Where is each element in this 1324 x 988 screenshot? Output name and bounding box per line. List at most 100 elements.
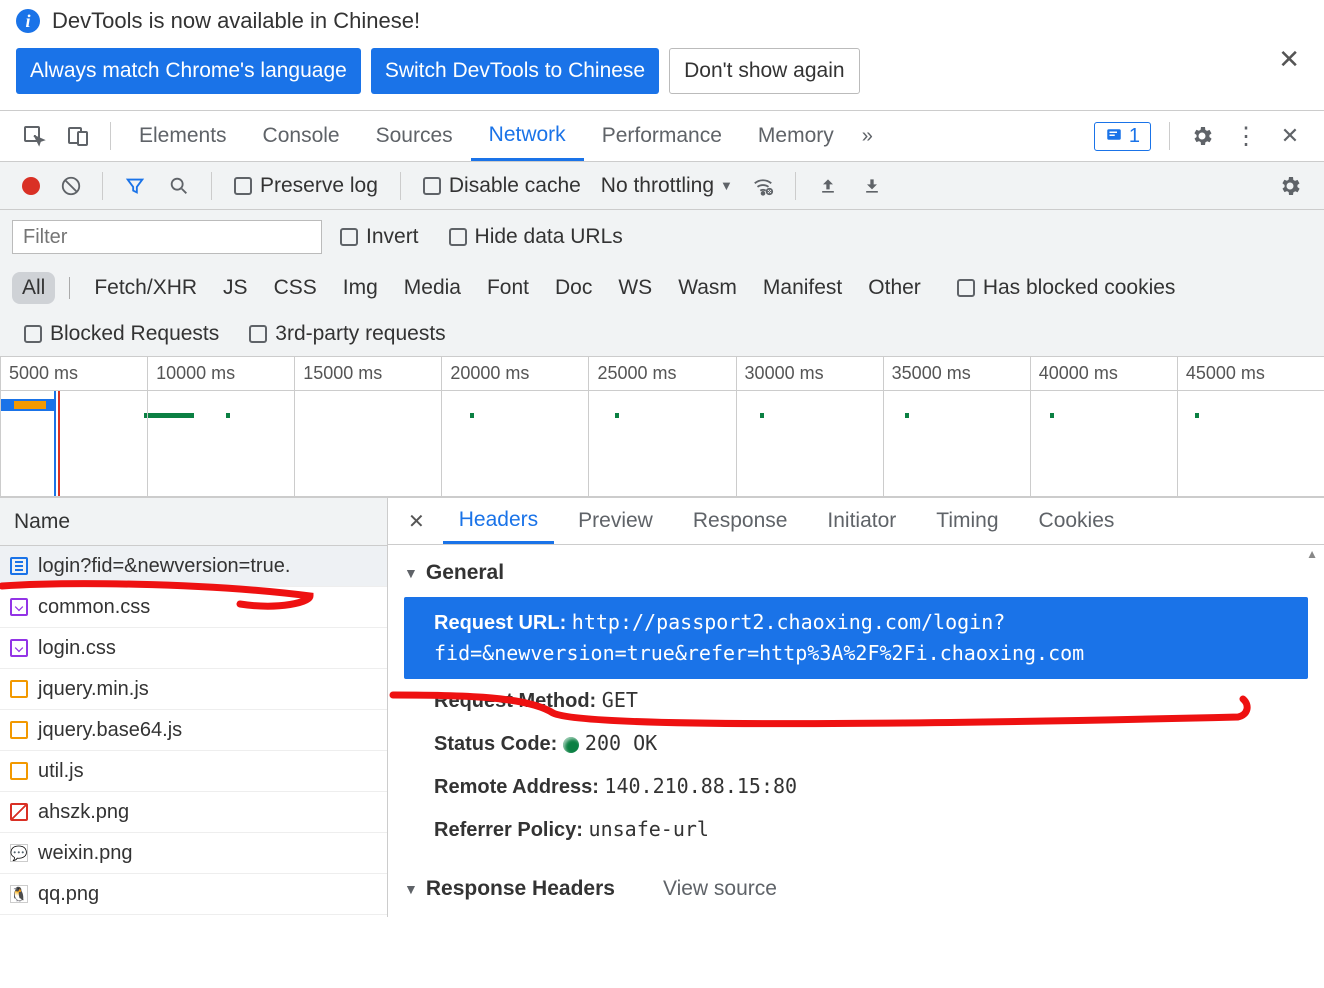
filter-doc[interactable]: Doc <box>545 272 602 304</box>
filter-manifest[interactable]: Manifest <box>753 272 852 304</box>
kebab-menu-icon[interactable]: ⋮ <box>1232 122 1260 150</box>
infobar-buttons: Always match Chrome's language Switch De… <box>0 38 1324 110</box>
file-type-icon <box>10 639 28 657</box>
invert-checkbox[interactable]: Invert <box>340 225 419 249</box>
network-settings-icon[interactable] <box>1276 172 1304 200</box>
network-conditions-icon[interactable] <box>749 172 777 200</box>
details-tab-initiator[interactable]: Initiator <box>811 498 912 544</box>
filter-wasm[interactable]: Wasm <box>668 272 747 304</box>
close-devtools-icon[interactable]: ✕ <box>1276 122 1304 150</box>
request-name: weixin.png <box>38 842 133 865</box>
infobar-text: DevTools is now available in Chinese! <box>52 8 420 34</box>
tab-memory[interactable]: Memory <box>740 111 852 161</box>
record-icon[interactable] <box>22 177 40 195</box>
disable-cache-checkbox[interactable]: Disable cache <box>423 174 581 198</box>
request-name: login.css <box>38 637 116 660</box>
match-language-button[interactable]: Always match Chrome's language <box>16 48 361 94</box>
filter-css[interactable]: CSS <box>264 272 327 304</box>
divider <box>102 172 103 200</box>
request-rows: ▲ login?fid=&newversion=true.common.cssl… <box>0 546 387 915</box>
throttling-select[interactable]: No throttling ▼ <box>601 174 733 198</box>
section-general[interactable]: ▼General <box>404 555 1308 597</box>
details-tab-preview[interactable]: Preview <box>562 498 669 544</box>
upload-icon[interactable] <box>814 172 842 200</box>
details-tab-headers[interactable]: Headers <box>443 498 554 544</box>
inspect-icon[interactable] <box>20 122 48 150</box>
devtools-toolbar: Elements Console Sources Network Perform… <box>0 110 1324 162</box>
details-tab-response[interactable]: Response <box>677 498 804 544</box>
file-type-icon: 💬 <box>10 844 28 862</box>
list-header-name[interactable]: Name <box>0 498 387 546</box>
request-name: common.css <box>38 596 150 619</box>
filter-all[interactable]: All <box>12 272 55 304</box>
section-response-headers[interactable]: ▼Response Headers View source <box>404 871 1308 913</box>
request-name: qq.png <box>38 883 99 906</box>
close-icon[interactable]: ✕ <box>1278 44 1300 75</box>
clear-icon[interactable] <box>60 175 82 197</box>
tab-console[interactable]: Console <box>245 111 358 161</box>
blocked-cookies-checkbox[interactable]: Has blocked cookies <box>957 276 1176 300</box>
preserve-log-checkbox[interactable]: Preserve log <box>234 174 378 198</box>
divider <box>211 172 212 200</box>
settings-icon[interactable] <box>1188 122 1216 150</box>
filter-icon[interactable] <box>121 172 149 200</box>
filter-js[interactable]: JS <box>213 272 258 304</box>
view-source-link[interactable]: View source <box>663 877 777 901</box>
issues-icon <box>1105 127 1123 145</box>
filter-other[interactable]: Other <box>858 272 931 304</box>
filter-media[interactable]: Media <box>394 272 471 304</box>
more-tabs-icon[interactable]: » <box>862 125 873 148</box>
blocked-requests-checkbox[interactable]: Blocked Requests <box>24 322 219 346</box>
request-url-row[interactable]: Request URL: http://passport2.chaoxing.c… <box>404 597 1308 679</box>
file-type-icon <box>10 721 28 739</box>
timeline-tick: 45000 ms <box>1177 357 1324 390</box>
details-body: ▲ ▼General Request URL: http://passport2… <box>388 545 1324 917</box>
tab-sources[interactable]: Sources <box>358 111 471 161</box>
close-details-icon[interactable]: ✕ <box>398 503 435 540</box>
filter-font[interactable]: Font <box>477 272 539 304</box>
divider <box>400 172 401 200</box>
timeline-tick: 40000 ms <box>1030 357 1177 390</box>
switch-language-button[interactable]: Switch DevTools to Chinese <box>371 48 659 94</box>
tab-elements[interactable]: Elements <box>121 111 245 161</box>
timeline-tick: 15000 ms <box>294 357 441 390</box>
file-type-icon <box>10 762 28 780</box>
hide-data-urls-checkbox[interactable]: Hide data URLs <box>449 225 623 249</box>
request-row[interactable]: jquery.min.js <box>0 669 387 710</box>
issues-badge[interactable]: 1 <box>1094 122 1151 151</box>
scroll-up-icon[interactable]: ▲ <box>1306 547 1318 561</box>
request-row[interactable]: util.js <box>0 751 387 792</box>
tab-performance[interactable]: Performance <box>584 111 740 161</box>
download-icon[interactable] <box>858 172 886 200</box>
request-row[interactable]: common.css <box>0 587 387 628</box>
timeline-overview[interactable]: 5000 ms10000 ms15000 ms20000 ms25000 ms3… <box>0 357 1324 497</box>
third-party-checkbox[interactable]: 3rd-party requests <box>249 322 445 346</box>
remote-address-row: Remote Address: 140.210.88.15:80 <box>404 765 1308 808</box>
timeline-tick: 30000 ms <box>736 357 883 390</box>
status-dot-icon <box>563 737 579 753</box>
request-name: jquery.min.js <box>38 678 149 701</box>
request-row[interactable]: 🐧 qq.png <box>0 874 387 915</box>
request-row[interactable]: login?fid=&newversion=true. <box>0 546 387 587</box>
filter-input[interactable] <box>12 220 322 254</box>
details-tab-timing[interactable]: Timing <box>920 498 1014 544</box>
details-tab-cookies[interactable]: Cookies <box>1023 498 1131 544</box>
filter-ws[interactable]: WS <box>608 272 662 304</box>
search-icon[interactable] <box>165 172 193 200</box>
request-name: ahszk.png <box>38 801 129 824</box>
filter-img[interactable]: Img <box>333 272 388 304</box>
device-toggle-icon[interactable] <box>64 122 92 150</box>
request-row[interactable]: jquery.base64.js <box>0 710 387 751</box>
timeline-tick: 20000 ms <box>441 357 588 390</box>
file-type-icon <box>10 803 28 821</box>
request-row[interactable]: 💬 weixin.png <box>0 833 387 874</box>
tab-network[interactable]: Network <box>471 111 584 161</box>
request-list: Name ▲ login?fid=&newversion=true.common… <box>0 498 388 917</box>
filter-fetch[interactable]: Fetch/XHR <box>84 272 207 304</box>
request-row[interactable]: login.css <box>0 628 387 669</box>
file-type-icon: 🐧 <box>10 885 28 903</box>
language-infobar: i DevTools is now available in Chinese! <box>0 0 1324 38</box>
chevron-down-icon: ▼ <box>720 178 733 193</box>
request-row[interactable]: ahszk.png <box>0 792 387 833</box>
dont-show-again-button[interactable]: Don't show again <box>669 48 859 94</box>
